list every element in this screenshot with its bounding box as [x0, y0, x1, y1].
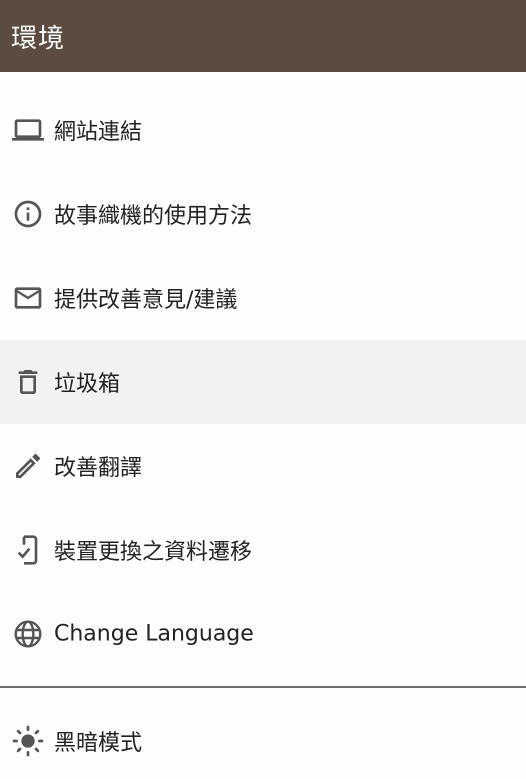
menu-item-feedback[interactable]: 提供改善意見/建議 — [0, 256, 526, 340]
menu-item-improve-translation[interactable]: 改善翻譯 — [0, 424, 526, 508]
menu-item-label: 垃圾箱 — [54, 372, 121, 397]
globe-icon — [11, 617, 45, 651]
sun-icon — [11, 724, 45, 758]
menu-item-change-language[interactable]: Change Language — [0, 592, 526, 676]
menu-item-website-links[interactable]: 網站連結 — [0, 88, 526, 172]
mail-icon — [11, 281, 45, 315]
menu-item-trash[interactable]: 垃圾箱 — [0, 340, 526, 424]
settings-screen: 環境 網站連結 故事織機的使用方法 提供改善意見/建議 垃圾箱 改善翻譯 裝置更… — [0, 0, 526, 779]
menu-item-label: 改善翻譯 — [54, 456, 143, 481]
menu-item-label: 裝置更換之資料遷移 — [54, 540, 253, 565]
menu-item-data-migration[interactable]: 裝置更換之資料遷移 — [0, 508, 526, 592]
settings-menu: 網站連結 故事織機的使用方法 提供改善意見/建議 垃圾箱 改善翻譯 裝置更換之資… — [0, 88, 526, 676]
menu-item-label: 故事織機的使用方法 — [54, 204, 253, 229]
menu-item-label: 黑暗模式 — [54, 731, 143, 756]
menu-item-label: 網站連結 — [54, 120, 143, 145]
divider — [0, 686, 526, 688]
trash-icon — [11, 365, 45, 399]
device-check-icon — [11, 533, 45, 567]
page-title: 環境 — [11, 23, 66, 54]
menu-item-label: 提供改善意見/建議 — [54, 288, 238, 313]
app-bar: 環境 — [0, 0, 526, 72]
menu-item-label: Change Language — [54, 621, 254, 647]
laptop-icon — [11, 113, 45, 147]
info-icon — [11, 197, 45, 231]
menu-item-how-to-use[interactable]: 故事織機的使用方法 — [0, 172, 526, 256]
menu-item-dark-mode[interactable]: 黑暗模式 — [0, 699, 526, 779]
pencil-icon — [11, 449, 45, 483]
